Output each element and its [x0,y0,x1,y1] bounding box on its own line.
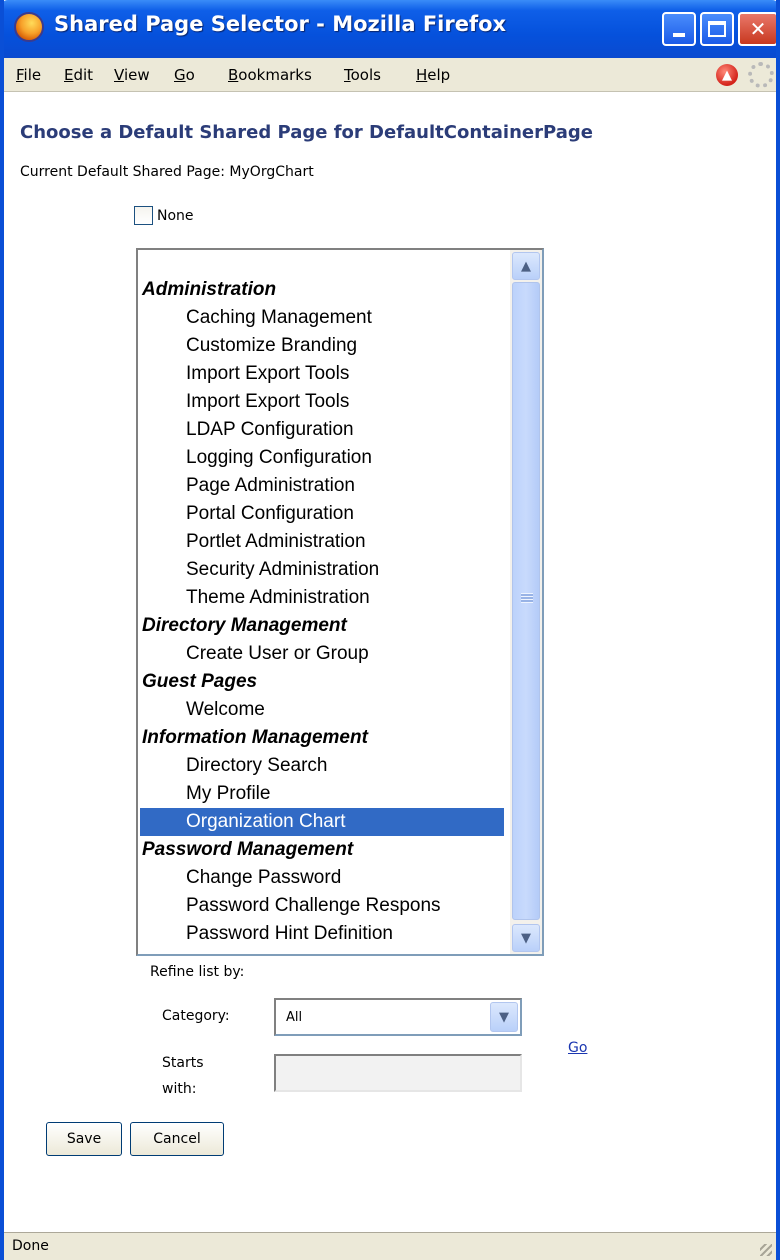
list-option[interactable]: Customize Branding [140,332,504,360]
list-option[interactable]: Portal Configuration [140,500,504,528]
list-group-header: Password Management [142,839,354,860]
chevron-down-icon: ▼ [499,1009,509,1025]
shared-page-listbox[interactable]: Administration Caching Management Customiz… [136,248,544,956]
menu-file[interactable]: File [16,66,41,84]
list-option[interactable]: Create User or Group [140,640,504,668]
category-label: Category: [162,1008,230,1024]
starts-with-input[interactable] [274,1054,522,1092]
list-option[interactable]: Password Challenge Respons [140,892,504,920]
list-option[interactable]: Caching Management [140,304,504,332]
scroll-grip-icon [521,593,533,603]
list-option[interactable]: Theme Administration [140,584,504,612]
minimize-icon [673,33,685,37]
menu-tools[interactable]: Tools [344,66,381,84]
menu-view[interactable]: View [114,66,150,84]
list-group-header: Guest Pages [142,671,258,692]
scroll-down-button[interactable]: ▼ [512,924,540,952]
chevron-down-icon: ▼ [521,930,531,946]
chevron-up-icon: ▲ [521,258,531,274]
category-select[interactable]: All ▼ [274,998,522,1036]
list-group-header: Information Management [142,727,368,748]
list-option[interactable]: Import Export Tools [140,360,504,388]
window-frame-right [776,0,780,1260]
close-icon: ✕ [749,17,767,41]
list-option[interactable]: Welcome [140,696,504,724]
none-checkbox[interactable] [134,206,153,225]
none-option[interactable]: None [134,206,194,225]
list-option[interactable]: Import Export Tools [140,388,504,416]
resize-grip-icon[interactable] [760,1244,772,1256]
close-button[interactable]: ✕ [738,12,778,46]
list-option[interactable]: My Profile [140,780,504,808]
menu-go[interactable]: Go [174,66,195,84]
maximize-button[interactable] [700,12,734,46]
firefox-logo-icon [14,12,44,42]
list-option[interactable]: Password Hint Definition [140,920,504,948]
page-title: Choose a Default Shared Page for Default… [20,122,593,143]
list-option[interactable]: Logging Configuration [140,444,504,472]
window-titlebar[interactable]: Shared Page Selector - Mozilla Firefox ✕ [0,0,780,58]
none-label: None [157,207,194,224]
cancel-button[interactable]: Cancel [130,1122,224,1156]
scroll-thumb[interactable] [512,282,540,920]
minimize-button[interactable] [662,12,696,46]
stop-icon[interactable]: ▲ [716,64,738,86]
list-option[interactable]: Change Password [140,864,504,892]
status-bar: Done [4,1232,776,1260]
page-content: Choose a Default Shared Page for Default… [4,92,776,1232]
save-button[interactable]: Save [46,1122,122,1156]
list-option[interactable]: LDAP Configuration [140,416,504,444]
list-option[interactable]: Directory Search [140,752,504,780]
current-default-label: Current Default Shared Page: MyOrgChart [20,164,314,180]
list-group-header: Directory Management [142,615,347,636]
status-text: Done [12,1238,49,1254]
list-option[interactable]: Organization Chart [140,808,504,836]
menu-help[interactable]: Help [416,66,450,84]
menubar: File Edit View Go Bookmarks Tools Help ▲ [4,58,776,92]
list-option[interactable]: Security Administration [140,556,504,584]
listbox-items: Administration Caching Management Customiz… [140,276,504,948]
maximize-icon [708,21,726,37]
refine-label: Refine list by: [150,964,245,980]
menu-edit[interactable]: Edit [64,66,93,84]
menu-bookmarks[interactable]: Bookmarks [228,66,312,84]
listbox-scrollbar[interactable]: ▲ ▼ [510,250,542,954]
throbber-icon [748,62,774,88]
category-select-value: All [286,1010,303,1025]
list-group-header: Administration [142,279,277,300]
category-dropdown-button[interactable]: ▼ [490,1002,518,1032]
go-link[interactable]: Go [568,1040,587,1056]
scroll-up-button[interactable]: ▲ [512,252,540,280]
list-option[interactable]: Portlet Administration [140,528,504,556]
window-title: Shared Page Selector - Mozilla Firefox [54,12,507,36]
starts-with-label: Starts with: [162,1055,204,1097]
list-option[interactable]: Page Administration [140,472,504,500]
